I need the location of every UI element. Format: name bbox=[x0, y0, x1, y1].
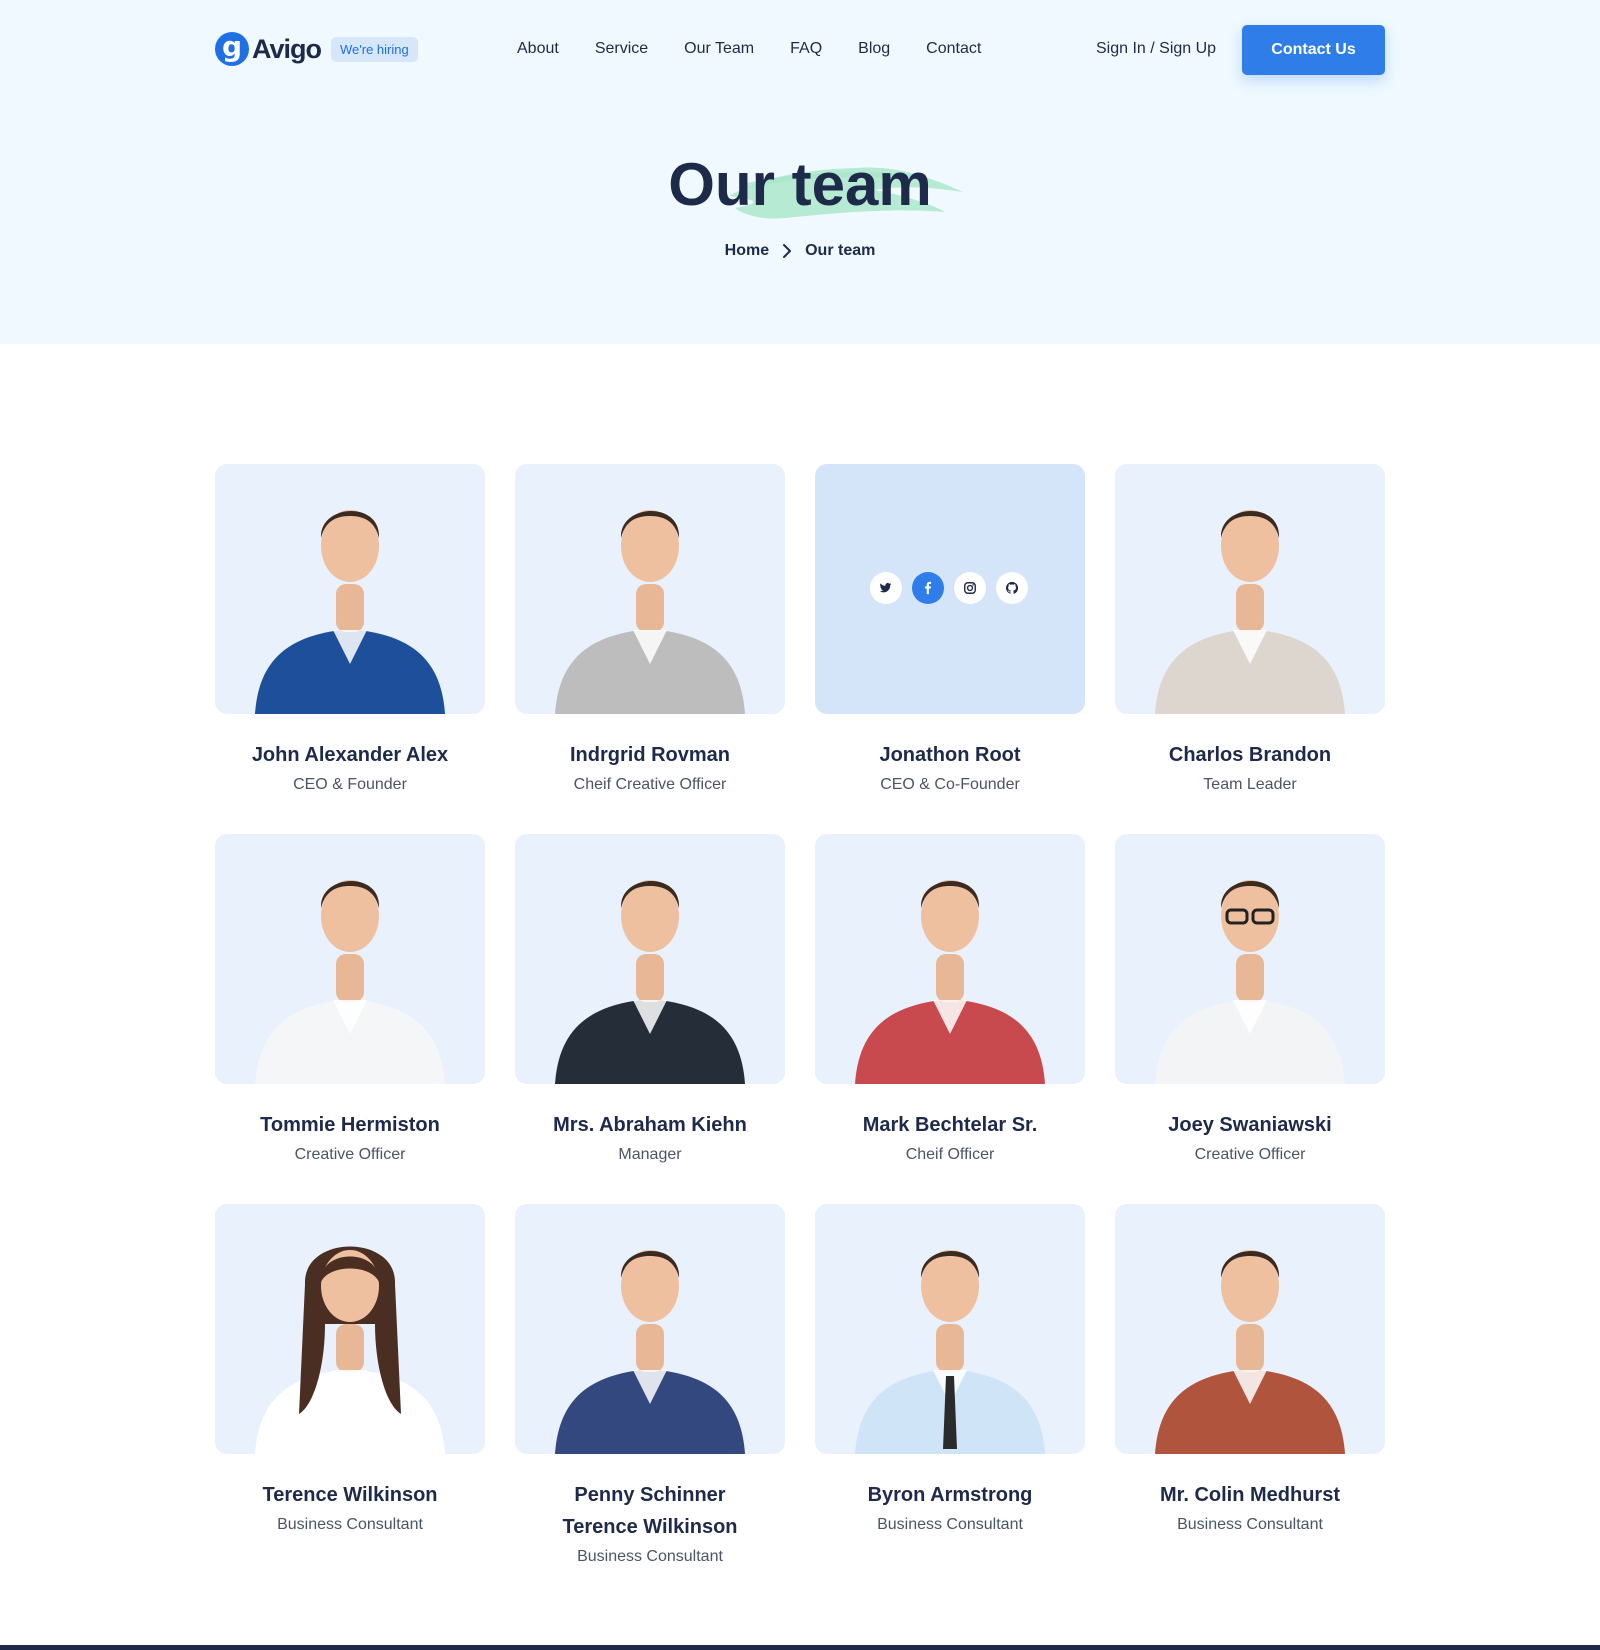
facebook-link[interactable] bbox=[912, 572, 944, 604]
brand-logo[interactable]: g Avigo We're hiring bbox=[215, 32, 418, 66]
member-name[interactable]: Byron Armstrong bbox=[815, 1479, 1085, 1511]
portrait-man-plaid-shirt-image bbox=[855, 880, 1045, 1084]
team-member-card[interactable]: Charlos Brandon Team Leader bbox=[1115, 464, 1385, 834]
page-title: Our team bbox=[668, 151, 932, 218]
team-grid: John Alexander Alex CEO & Founder Indrgrid… bbox=[215, 464, 1385, 1624]
team-member-card[interactable]: Terence Wilkinson Business Consultant bbox=[215, 1204, 485, 1574]
hiring-badge[interactable]: We're hiring bbox=[331, 36, 418, 62]
member-name[interactable]: Joey Swaniawski bbox=[1115, 1109, 1385, 1141]
team-member-card[interactable]: Mrs. Abraham Kiehn Manager bbox=[515, 834, 785, 1204]
instagram-link[interactable] bbox=[954, 572, 986, 604]
team-member-card[interactable]: Penny Schinner Terence Wilkinson Business… bbox=[515, 1204, 785, 1624]
member-name[interactable]: Mrs. Abraham Kiehn bbox=[515, 1109, 785, 1141]
portrait-man-black-tshirt-image bbox=[555, 880, 745, 1084]
member-photo[interactable] bbox=[1115, 464, 1385, 714]
nav-item-contact[interactable]: Contact bbox=[926, 40, 981, 58]
team-member-card[interactable]: Mark Bechtelar Sr. Cheif Officer bbox=[815, 834, 1085, 1204]
sign-in-link[interactable]: Sign In / Sign Up bbox=[1096, 40, 1216, 58]
top-navigation: g Avigo We're hiring About Service Our T… bbox=[0, 0, 1600, 100]
nav-item-service[interactable]: Service bbox=[595, 40, 648, 58]
member-name[interactable]: Terence Wilkinson bbox=[215, 1479, 485, 1511]
portrait-man-glasses-image bbox=[1155, 880, 1345, 1084]
team-member-card[interactable]: Tommie Hermiston Creative Officer bbox=[215, 834, 485, 1204]
member-name[interactable]: Mr. Colin Medhurst bbox=[1115, 1479, 1385, 1511]
member-role: Team Leader bbox=[1203, 776, 1297, 793]
member-name[interactable]: Tommie Hermiston bbox=[215, 1109, 485, 1141]
member-role: Cheif Officer bbox=[905, 1146, 995, 1163]
hero-section: g Avigo We're hiring About Service Our T… bbox=[0, 0, 1600, 344]
member-photo[interactable] bbox=[215, 464, 485, 714]
portrait-man-checked-shirt-image bbox=[1155, 1250, 1345, 1454]
member-role: Creative Officer bbox=[1194, 1146, 1306, 1163]
logo-mark-icon: g bbox=[215, 32, 249, 66]
member-role: Cheif Creative Officer bbox=[573, 776, 727, 793]
contact-us-button[interactable]: Contact Us bbox=[1242, 25, 1385, 75]
breadcrumb: Home Our team bbox=[0, 242, 1600, 260]
member-role: Creative Officer bbox=[294, 1146, 406, 1163]
member-role: Manager bbox=[618, 1146, 682, 1163]
member-photo[interactable] bbox=[815, 1204, 1085, 1454]
footer-edge bbox=[0, 1645, 1600, 1650]
team-member-card[interactable]: Byron Armstrong Business Consultant bbox=[815, 1204, 1085, 1574]
portrait-man-white-shirt-image bbox=[255, 880, 445, 1084]
member-name[interactable]: Indrgrid Rovman bbox=[515, 739, 785, 771]
member-photo-social-overlay[interactable] bbox=[815, 464, 1085, 714]
member-role: Business Consultant bbox=[577, 1548, 723, 1565]
twitter-link[interactable] bbox=[870, 572, 902, 604]
breadcrumb-current: Our team bbox=[805, 242, 876, 259]
page-title-block: Our team bbox=[0, 150, 1600, 219]
member-photo[interactable] bbox=[1115, 1204, 1385, 1454]
team-member-card[interactable]: John Alexander Alex CEO & Founder bbox=[215, 464, 485, 834]
portrait-woman-long-hair-image bbox=[255, 1246, 445, 1454]
member-role: Business Consultant bbox=[877, 1516, 1023, 1533]
portrait-man-grey-blazer-image bbox=[555, 510, 745, 714]
member-photo[interactable] bbox=[215, 1204, 485, 1454]
member-photo[interactable] bbox=[515, 1204, 785, 1454]
member-photo[interactable] bbox=[515, 464, 785, 714]
portrait-man-navy-suit-image bbox=[555, 1250, 745, 1454]
team-member-card[interactable]: Indrgrid Rovman Cheif Creative Officer bbox=[515, 464, 785, 834]
member-role: CEO & Co-Founder bbox=[880, 776, 1020, 793]
member-name[interactable]: Charlos Brandon bbox=[1115, 739, 1385, 771]
member-name[interactable]: Penny Schinner Terence Wilkinson bbox=[515, 1479, 785, 1543]
member-photo[interactable] bbox=[215, 834, 485, 1084]
member-photo[interactable] bbox=[515, 834, 785, 1084]
main-menu: About Service Our Team FAQ Blog Contact bbox=[517, 40, 981, 58]
portrait-man-beige-shirt-image bbox=[1155, 510, 1345, 714]
member-name[interactable]: John Alexander Alex bbox=[215, 739, 485, 771]
member-name[interactable]: Mark Bechtelar Sr. bbox=[815, 1109, 1085, 1141]
member-role: Business Consultant bbox=[1177, 1516, 1323, 1533]
social-links bbox=[870, 572, 1028, 604]
nav-item-faq[interactable]: FAQ bbox=[790, 40, 822, 58]
twitter-icon bbox=[879, 582, 892, 593]
chevron-right-icon bbox=[783, 244, 792, 258]
github-icon bbox=[1005, 581, 1019, 594]
team-member-card[interactable]: Mr. Colin Medhurst Business Consultant bbox=[1115, 1204, 1385, 1574]
facebook-icon bbox=[924, 581, 932, 595]
team-member-card[interactable]: Jonathon Root CEO & Co-Founder bbox=[815, 464, 1085, 834]
github-link[interactable] bbox=[996, 572, 1028, 604]
nav-item-our-team[interactable]: Our Team bbox=[684, 40, 754, 58]
member-photo[interactable] bbox=[815, 834, 1085, 1084]
breadcrumb-home[interactable]: Home bbox=[725, 242, 769, 260]
portrait-man-blue-jacket-image bbox=[255, 510, 445, 714]
instagram-icon bbox=[964, 582, 976, 594]
team-member-card[interactable]: Joey Swaniawski Creative Officer bbox=[1115, 834, 1385, 1204]
portrait-man-tie-image bbox=[855, 1250, 1045, 1454]
nav-item-blog[interactable]: Blog bbox=[858, 40, 890, 58]
logo-text: Avigo bbox=[252, 33, 322, 64]
member-photo[interactable] bbox=[1115, 834, 1385, 1084]
member-name[interactable]: Jonathon Root bbox=[815, 739, 1085, 771]
member-role: CEO & Founder bbox=[293, 776, 407, 793]
nav-item-about[interactable]: About bbox=[517, 40, 559, 58]
member-role: Business Consultant bbox=[277, 1516, 423, 1533]
